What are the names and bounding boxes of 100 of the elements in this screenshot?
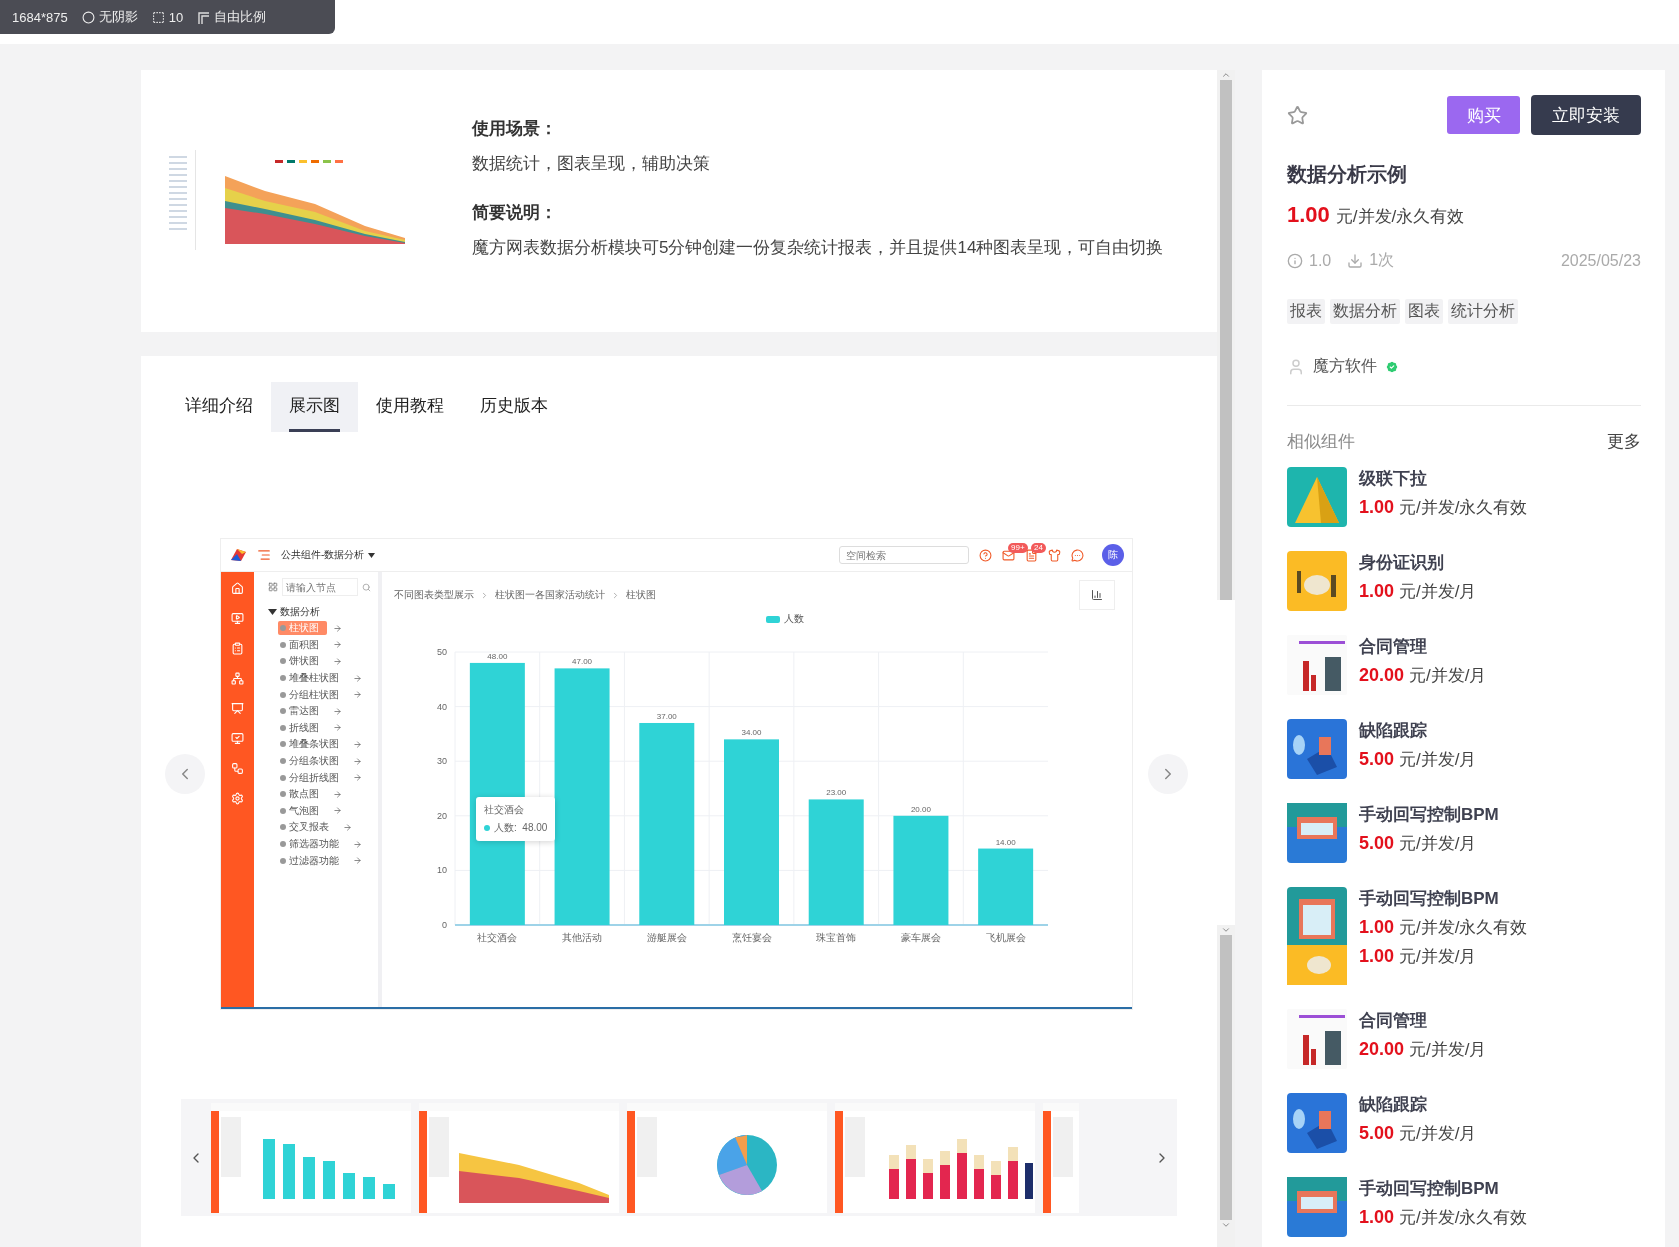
document-icon[interactable] <box>1025 548 1038 562</box>
user-icon <box>1287 357 1305 376</box>
bullet-icon <box>280 724 286 731</box>
tab[interactable]: 展示图 <box>271 382 358 432</box>
bullet-icon <box>280 675 286 682</box>
scroll-down-icon[interactable] <box>1221 1220 1231 1230</box>
tree-item[interactable]: 堆叠条状图 <box>278 737 347 752</box>
tab[interactable]: 详细介绍 <box>167 382 271 432</box>
app-logo <box>229 548 247 562</box>
arrow-icon <box>333 806 342 816</box>
price: 1.00 <box>1359 581 1395 602</box>
install-button[interactable]: 立即安装 <box>1531 95 1641 135</box>
tab[interactable]: 使用教程 <box>358 382 462 432</box>
search-field[interactable]: 空间检索 <box>839 546 969 564</box>
tree-item[interactable]: 堆叠柱状图 <box>278 671 347 686</box>
chart-type-button[interactable] <box>1079 580 1115 610</box>
version: 1.0 <box>1309 251 1332 270</box>
workflow-icon[interactable] <box>231 762 244 775</box>
data-label: 37.00 <box>656 712 677 721</box>
circle-icon <box>81 10 95 24</box>
price-unit: 元/并发/月 <box>1399 1123 1477 1145</box>
corner-icon <box>197 10 211 24</box>
tree-item[interactable]: 气泡图 <box>278 803 327 818</box>
user-avatar[interactable]: 陈 <box>1102 544 1124 566</box>
scroll-down-icon[interactable] <box>1221 925 1231 935</box>
star-icon <box>1287 104 1308 126</box>
tag[interactable]: 图表 <box>1405 299 1443 324</box>
price-unit: 元/并发/月 <box>1399 749 1477 771</box>
component-name[interactable]: 合同管理 <box>1359 635 1487 658</box>
shadow-option[interactable]: 无阴影 <box>81 8 138 26</box>
search-icon[interactable] <box>362 582 371 592</box>
tree-item[interactable]: 雷达图 <box>278 704 327 719</box>
menu-icon[interactable] <box>257 548 271 562</box>
home-icon[interactable] <box>231 582 244 595</box>
category-label: 游艇展会 <box>646 932 687 943</box>
monitor-icon[interactable] <box>231 612 244 625</box>
category-label: 其他活动 <box>562 932 603 943</box>
component-name[interactable]: 手动回写控制BPM <box>1359 803 1499 826</box>
breadcrumb-item[interactable]: 柱状图 <box>626 588 656 602</box>
tree-item[interactable]: 饼状图 <box>278 654 327 669</box>
bullet-icon <box>280 741 286 748</box>
scroll-thumb[interactable] <box>1220 935 1232 1220</box>
price: 1.00 <box>1359 497 1395 518</box>
tab[interactable]: 历史版本 <box>462 382 566 432</box>
component-name[interactable]: 手动回写控制BPM <box>1359 1177 1528 1200</box>
tree-item[interactable]: 筛选器功能 <box>278 837 347 851</box>
bullet-icon <box>280 641 286 648</box>
presentation-icon[interactable] <box>231 702 244 715</box>
mail-icon[interactable] <box>1002 548 1015 562</box>
help-icon[interactable] <box>979 548 992 562</box>
tree-node[interactable]: 数据分析 <box>268 604 378 620</box>
favorite-button[interactable] <box>1287 104 1308 126</box>
tooltip-value: 人数: 48.00 <box>494 821 548 835</box>
breadcrumb-item[interactable]: 柱状图一各国家活动统计 <box>495 588 605 602</box>
count-badge: 24 <box>1031 542 1046 553</box>
component-name[interactable]: 身份证识别 <box>1359 551 1477 574</box>
bullet-icon <box>280 857 286 864</box>
space-selector[interactable]: 公共组件-数据分析 <box>281 548 376 562</box>
breadcrumb-item[interactable]: 不同图表类型展示 <box>394 588 474 602</box>
arrow-icon <box>333 657 342 666</box>
component-name[interactable]: 合同管理 <box>1359 1009 1487 1032</box>
price-unit: 元/并发/月 <box>1399 833 1477 855</box>
radius-option[interactable]: 10 <box>151 9 184 25</box>
component-name[interactable]: 手动回写控制BPM <box>1359 887 1528 910</box>
tree-search-field[interactable]: 请输入节点 <box>282 578 358 596</box>
data-label: 34.00 <box>741 728 762 738</box>
settings-icon[interactable] <box>231 792 244 805</box>
tag[interactable]: 报表 <box>1287 299 1325 324</box>
tree-item[interactable]: 面积图 <box>278 637 327 652</box>
network-icon[interactable] <box>231 672 244 685</box>
price-unit: 元/并发/永久有效 <box>1335 206 1465 228</box>
tree-item[interactable]: 散点图 <box>278 787 327 802</box>
component-name[interactable]: 缺陷跟踪 <box>1359 719 1477 742</box>
scroll-up-icon[interactable] <box>1221 70 1231 80</box>
component-name[interactable]: 缺陷跟踪 <box>1359 1093 1477 1116</box>
tree-item[interactable]: 分组条状图 <box>278 754 347 769</box>
more-link[interactable]: 更多 <box>1607 430 1641 453</box>
grid-icon[interactable] <box>268 582 278 592</box>
arrow-icon <box>353 856 362 866</box>
arrow-icon <box>353 739 362 749</box>
scroll-thumb[interactable] <box>1220 80 1232 600</box>
clipboard-icon[interactable] <box>231 642 244 655</box>
component-name[interactable]: 级联下拉 <box>1359 467 1528 490</box>
category-label: 飞机展会 <box>985 932 1026 943</box>
tree-item[interactable]: 过滤器功能 <box>278 853 347 868</box>
tree-item[interactable]: 交叉报表 <box>278 820 337 835</box>
bar-chart-icon <box>1091 589 1103 601</box>
price: 1.00 <box>1287 202 1330 228</box>
ratio-option[interactable]: 自由比例 <box>197 8 267 26</box>
tree-item[interactable]: 折线图 <box>278 720 327 735</box>
tag[interactable]: 统计分析 <box>1448 299 1518 324</box>
tree-item[interactable]: 分组柱状图 <box>278 687 347 702</box>
buy-button[interactable]: 购买 <box>1447 96 1520 134</box>
tree-item[interactable]: 分组折线图 <box>278 770 347 785</box>
arrow-icon <box>333 640 342 650</box>
chart-monitor-icon[interactable] <box>231 732 244 745</box>
shirt-icon[interactable] <box>1048 548 1061 562</box>
chat-icon[interactable] <box>1071 548 1084 562</box>
tag[interactable]: 数据分析 <box>1330 299 1400 324</box>
author-name[interactable]: 魔方软件 <box>1313 356 1377 377</box>
